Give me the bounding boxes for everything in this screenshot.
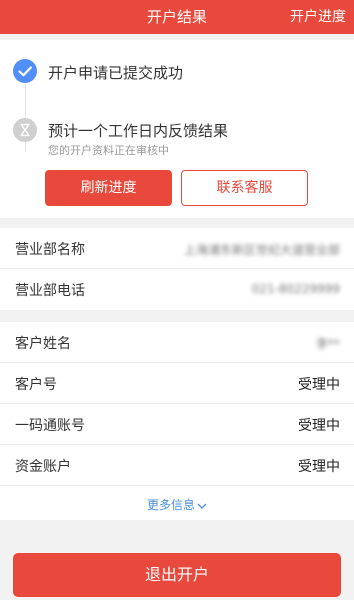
branch-name-value: 上海浦东新区世纪大道营业部 <box>183 243 340 257</box>
unified-account-label: 一码通账号 <box>15 418 85 434</box>
branch-phone-row: 营业部电话 021-80229999 <box>0 269 354 310</box>
header-bar: 开户结果 开户进度 <box>0 0 354 34</box>
refresh-progress-button[interactable]: 刷新进度 <box>45 170 172 206</box>
fund-account-row: 资金账户 受理中 <box>0 445 354 486</box>
step-submitted-label: 开户申请已提交成功 <box>48 64 184 82</box>
client-name-value: 李** <box>315 337 340 351</box>
step-review-sublabel: 您的开户资料正在审核中 <box>48 144 169 157</box>
branch-name-label: 营业部名称 <box>15 242 85 258</box>
contact-support-button[interactable]: 联系客服 <box>181 170 308 206</box>
unified-account-row: 一码通账号 受理中 <box>0 404 354 445</box>
more-info-link[interactable]: 更多信息 <box>0 490 354 520</box>
client-id-row: 客户号 受理中 <box>0 363 354 404</box>
exit-account-opening-button[interactable]: 退出开户 <box>13 553 341 597</box>
client-name-row: 客户姓名 李** <box>0 322 354 363</box>
chevron-down-icon <box>197 503 207 509</box>
client-name-label: 客户姓名 <box>15 336 71 352</box>
branch-name-row: 营业部名称 上海浦东新区世纪大道营业部 <box>0 228 354 269</box>
client-id-label: 客户号 <box>15 377 57 393</box>
step-review-label: 预计一个工作日内反馈结果 <box>48 122 229 140</box>
open-account-progress-link[interactable]: 开户进度 <box>290 6 346 26</box>
hourglass-icon <box>13 118 37 142</box>
branch-phone-value: 021-80229999 <box>251 282 340 296</box>
client-id-value: 受理中 <box>298 377 340 393</box>
status-card: 开户申请已提交成功 预计一个工作日内反馈结果 您的开户资料正在审核中 刷新进度 … <box>0 40 354 218</box>
client-info-group: 客户姓名 李** 客户号 受理中 一码通账号 受理中 资金账户 受理中 更多信息 <box>0 322 354 520</box>
more-info-label: 更多信息 <box>146 498 195 512</box>
branch-info-group: 营业部名称 上海浦东新区世纪大道营业部 营业部电话 021-80229999 <box>0 228 354 310</box>
check-circle-icon <box>13 59 37 83</box>
branch-phone-label: 营业部电话 <box>15 283 85 299</box>
fund-account-label: 资金账户 <box>15 459 71 475</box>
unified-account-value: 受理中 <box>298 418 340 434</box>
fund-account-value: 受理中 <box>298 459 340 475</box>
